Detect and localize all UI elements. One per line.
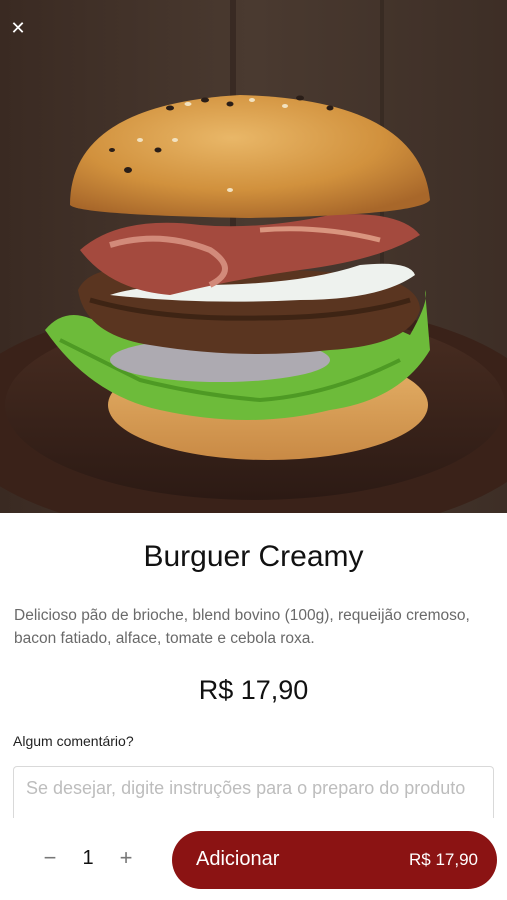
decrease-quantity-button[interactable]: − (38, 846, 62, 870)
add-to-cart-button[interactable]: Adicionar R$ 17,90 (172, 831, 497, 889)
close-icon[interactable]: ✕ (6, 16, 30, 40)
increase-quantity-button[interactable]: + (114, 846, 138, 870)
comment-input[interactable] (14, 767, 493, 818)
add-button-label: Adicionar (196, 848, 280, 870)
quantity-value: 1 (82, 847, 94, 869)
bottom-action-bar: − 1 + Adicionar R$ 17,90 (0, 818, 507, 900)
product-image: ✕ (0, 0, 507, 513)
comment-field-wrapper (13, 766, 494, 818)
product-price: R$ 17,90 (198, 675, 309, 705)
comment-label: Algum comentário? (13, 733, 134, 749)
product-description: Delicioso pão de brioche, blend bovino (… (14, 607, 470, 647)
add-button-price: R$ 17,90 (409, 850, 478, 869)
product-title: Burguer Creamy (143, 540, 364, 573)
